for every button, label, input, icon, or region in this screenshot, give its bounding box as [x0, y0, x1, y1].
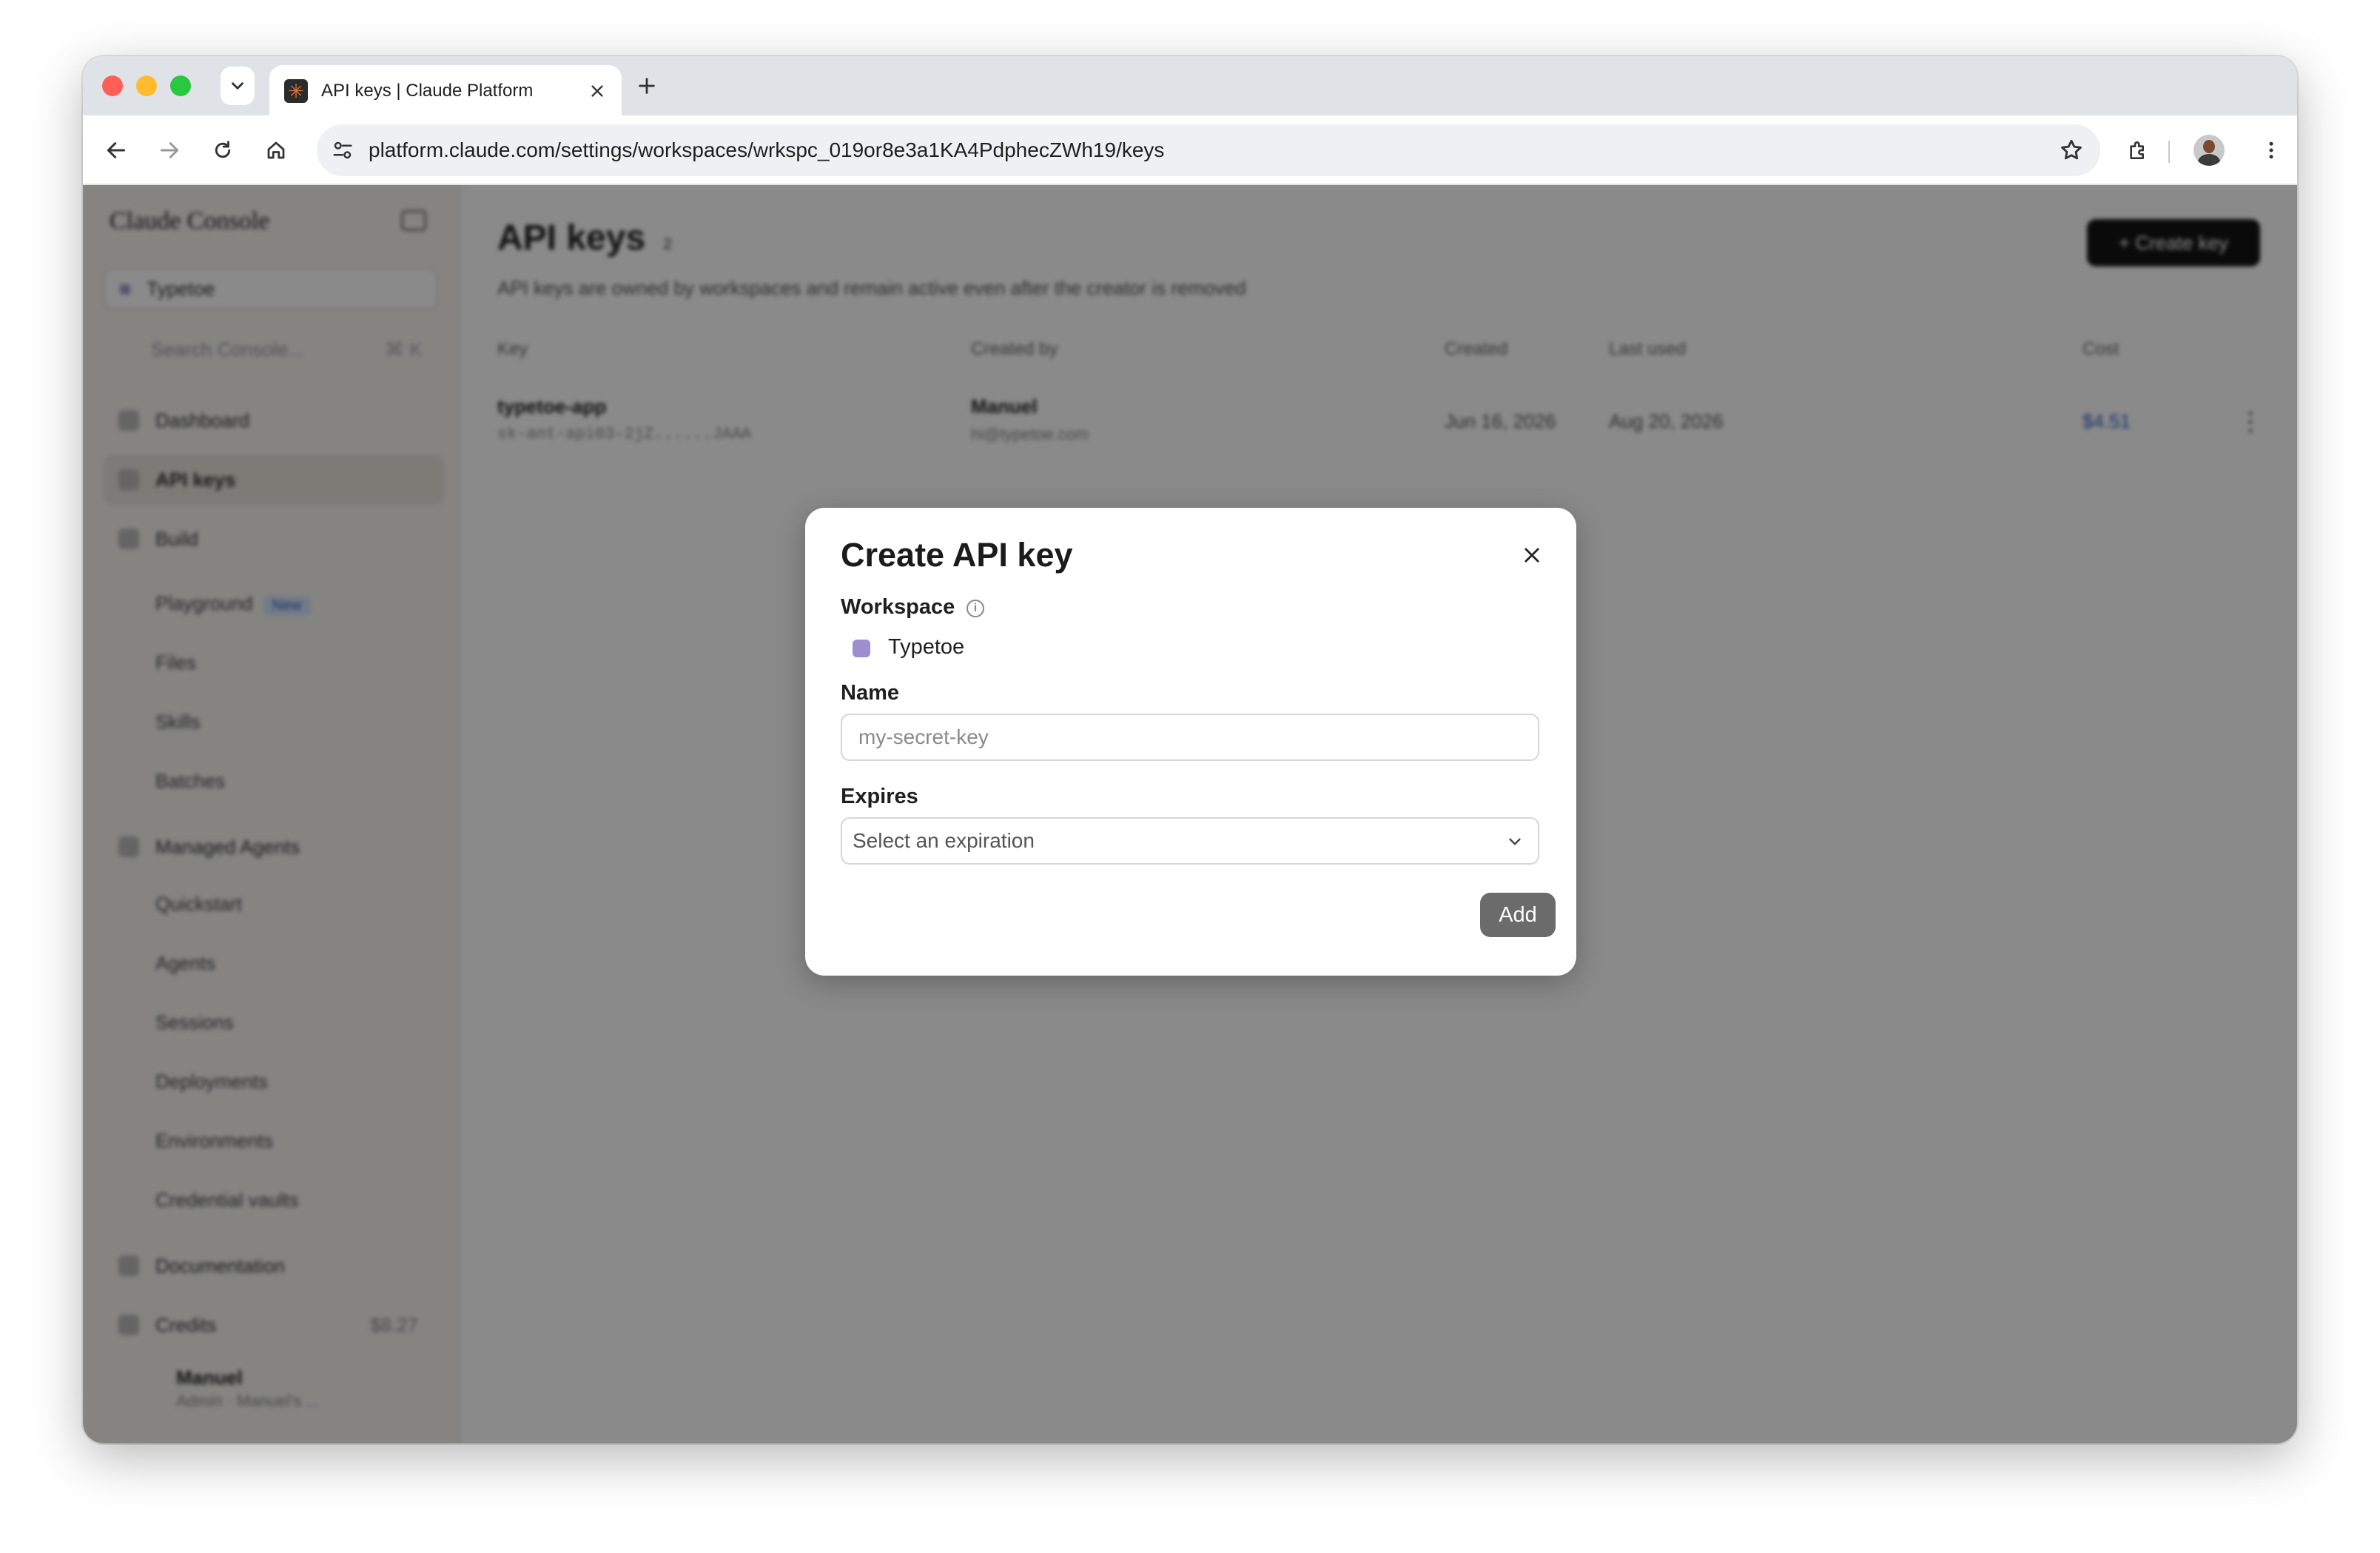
reload-button[interactable] — [206, 133, 240, 167]
workspace-label: Workspace — [841, 595, 955, 619]
more-vertical-icon — [2269, 141, 2273, 159]
profile-avatar[interactable] — [2194, 135, 2225, 166]
dialog-title: Create API key — [841, 536, 1073, 574]
address-bar[interactable]: platform.claude.com/settings/workspaces/… — [317, 124, 2100, 176]
extensions-button[interactable] — [2121, 133, 2155, 167]
reload-icon — [215, 141, 231, 158]
toolbar-divider — [2168, 141, 2170, 163]
claude-favicon-icon: ✳ — [284, 79, 308, 103]
arrow-right-icon — [160, 142, 179, 158]
info-icon[interactable]: i — [967, 600, 984, 617]
browser-tab[interactable]: ✳ API keys | Claude Platform — [269, 65, 622, 117]
close-icon — [1525, 548, 1539, 563]
expiration-placeholder: Select an expiration — [853, 829, 1035, 852]
home-button[interactable] — [259, 133, 293, 167]
browser-window: ✳ API keys | Claude Platform platform.cl… — [83, 56, 2297, 1443]
create-api-key-dialog: Create API key Workspace i Typetoe Name … — [805, 508, 1576, 976]
tab-title: API keys | Claude Platform — [321, 81, 534, 101]
chevron-down-icon — [1509, 838, 1521, 845]
close-window-button[interactable] — [102, 76, 123, 96]
tab-search-button[interactable] — [221, 67, 255, 105]
minimize-window-button[interactable] — [136, 76, 157, 96]
plus-icon — [639, 78, 655, 94]
puzzle-icon — [2130, 141, 2144, 159]
new-tab-button[interactable] — [632, 71, 662, 101]
arrow-left-icon — [107, 142, 126, 158]
tab-close-button[interactable] — [586, 80, 608, 102]
tab-strip: ✳ API keys | Claude Platform — [83, 56, 2297, 117]
dialog-close-button[interactable] — [1517, 540, 1547, 570]
key-name-input[interactable] — [841, 714, 1539, 761]
back-button[interactable] — [99, 133, 133, 167]
name-label: Name — [841, 681, 899, 705]
site-settings-icon[interactable] — [332, 139, 354, 161]
browser-toolbar: platform.claude.com/settings/workspaces/… — [83, 115, 2297, 185]
workspace-value: Typetoe — [888, 635, 965, 659]
bookmark-star-icon[interactable] — [2059, 138, 2084, 163]
expires-label: Expires — [841, 785, 918, 808]
forward-button[interactable] — [152, 133, 186, 167]
close-icon — [591, 85, 603, 97]
browser-menu-button[interactable] — [2254, 133, 2288, 167]
maximize-window-button[interactable] — [170, 76, 191, 96]
home-icon — [267, 141, 285, 159]
url-text[interactable]: platform.claude.com/settings/workspaces/… — [369, 124, 1164, 176]
add-button[interactable]: Add — [1480, 893, 1556, 937]
expiration-select[interactable]: Select an expiration — [841, 817, 1539, 865]
chevron-down-icon — [232, 82, 243, 90]
workspace-color-swatch — [853, 640, 870, 657]
